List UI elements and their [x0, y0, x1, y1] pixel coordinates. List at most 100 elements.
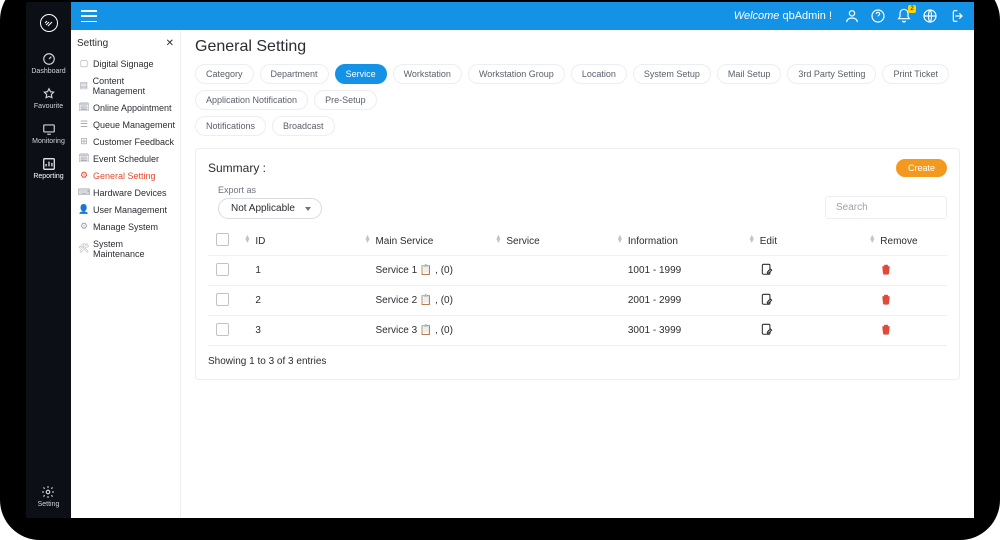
table-header[interactable]: ▴▾Remove: [872, 227, 947, 256]
sidepanel-title-row: Setting ✕: [77, 34, 178, 55]
tab-pill[interactable]: Broadcast: [272, 116, 335, 136]
edit-icon[interactable]: [760, 322, 774, 336]
hamburger-icon[interactable]: [81, 10, 97, 22]
rail-item-favourite[interactable]: Favourite: [26, 81, 71, 116]
main: General Setting Category Department Servic…: [181, 30, 974, 518]
tab-pill[interactable]: Mail Setup: [717, 64, 782, 84]
app-logo: [40, 14, 58, 32]
sidebar-item[interactable]: 🗓 Event Scheduler: [77, 150, 178, 167]
left-rail: Dashboard Favourite Monitoring Reporting…: [26, 2, 71, 518]
sidebar-item-label: Queue Management: [93, 120, 175, 130]
topbar: Welcome qbAdmin ! 2: [71, 2, 974, 30]
table-header[interactable]: ▴▾Service: [498, 227, 619, 256]
sidebar-item-icon: 🗓: [79, 103, 89, 113]
rail-item-reporting[interactable]: Reporting: [26, 151, 71, 186]
welcome-prefix: Welcome: [734, 10, 783, 22]
chevron-down-icon: [305, 207, 311, 211]
tab-pill[interactable]: Department: [260, 64, 329, 84]
sidebar-item[interactable]: ⊞Customer Feedback: [77, 133, 178, 150]
trash-icon[interactable]: [880, 322, 892, 336]
sidebar-item[interactable]: ▤Content Management: [77, 72, 178, 99]
logout-icon[interactable]: [948, 8, 964, 24]
sidebar-item-icon: ▢: [79, 59, 89, 69]
sidebar-item[interactable]: ⚙ General Setting: [77, 167, 178, 184]
welcome-text: Welcome qbAdmin !: [734, 10, 832, 22]
sidebar-item-label: Customer Feedback: [93, 137, 174, 147]
table-header[interactable]: ▴▾ID: [247, 227, 367, 256]
row-checkbox[interactable]: [216, 263, 229, 276]
select-all-checkbox[interactable]: [216, 233, 229, 246]
tab-pill[interactable]: Application Notification: [195, 90, 308, 110]
bell-icon[interactable]: 2: [896, 8, 912, 24]
tab-pill[interactable]: Print Ticket: [882, 64, 949, 84]
cell-id: 3: [247, 316, 367, 346]
sidebar-item[interactable]: 👤User Management: [77, 201, 178, 218]
cell-main-service: Service 2 📋 , (0): [367, 286, 498, 316]
sort-icon: ▴▾: [245, 235, 249, 243]
sidebar-item[interactable]: 🗓Online Appointment: [77, 99, 178, 116]
trash-icon[interactable]: [880, 292, 892, 306]
rail-item-dashboard[interactable]: Dashboard: [26, 46, 71, 81]
tab-pill[interactable]: Workstation: [393, 64, 462, 84]
rail-item-monitoring[interactable]: Monitoring: [26, 116, 71, 151]
sort-icon: ▴▾: [365, 235, 369, 243]
tab-pill[interactable]: Pre-Setup: [314, 90, 377, 110]
table-footer: Showing 1 to 3 of 3 entries: [208, 346, 947, 371]
row-checkbox[interactable]: [216, 293, 229, 306]
trash-icon[interactable]: [880, 262, 892, 276]
tab-pill[interactable]: Category: [195, 64, 254, 84]
page-title: General Setting: [195, 38, 960, 56]
cell-information: 1001 - 1999: [620, 256, 752, 286]
sidebar-item-label: User Management: [93, 205, 167, 215]
sidebar-item[interactable]: ▢Digital Signage: [77, 55, 178, 72]
close-icon[interactable]: ✕: [164, 38, 176, 49]
sidebar-item[interactable]: ⚙ Manage System: [77, 218, 178, 235]
sidebar-item-label: Manage System: [93, 222, 158, 232]
edit-icon[interactable]: [760, 262, 774, 276]
cell-main-service: Service 3 📋 , (0): [367, 316, 498, 346]
tabs-row-1: Category Department Service Workstation Work…: [195, 64, 960, 110]
sidebar-item-label: Event Scheduler: [93, 154, 159, 164]
cell-information: 3001 - 3999: [620, 316, 752, 346]
sidebar-item-icon: 🗓: [79, 154, 89, 164]
tab-pill[interactable]: Workstation Group: [468, 64, 565, 84]
tabs-row-2: Notifications Broadcast: [195, 116, 960, 136]
sidebar-item-icon: ⚙: [79, 171, 89, 181]
sidebar-item-icon: ☰: [79, 120, 89, 130]
sidebar-item[interactable]: ⌨Hardware Devices: [77, 184, 178, 201]
table-row: 2 Service 2 📋 , (0) 2001 - 2999: [208, 286, 947, 316]
globe-icon[interactable]: [922, 8, 938, 24]
export-select[interactable]: Not Applicable: [218, 198, 322, 219]
gauge-icon: [42, 52, 56, 66]
rail-item-setting[interactable]: Setting: [38, 479, 60, 508]
tab-pill[interactable]: System Setup: [633, 64, 711, 84]
sidebar-item[interactable]: 🛠System Maintenance: [77, 235, 178, 262]
create-button[interactable]: Create: [896, 159, 947, 177]
edit-icon[interactable]: [760, 292, 774, 306]
row-checkbox[interactable]: [216, 323, 229, 336]
search-input[interactable]: [825, 196, 947, 219]
sidebar-item[interactable]: ☰ Queue Management: [77, 116, 178, 133]
sidebar-item-label: General Setting: [93, 171, 156, 181]
tab-pill[interactable]: Location: [571, 64, 627, 84]
table-header[interactable]: ▴▾Information: [620, 227, 752, 256]
table-row: 3 Service 3 📋 , (0) 3001 - 3999: [208, 316, 947, 346]
cell-id: 1: [247, 256, 367, 286]
table-header[interactable]: ▴▾Edit: [752, 227, 873, 256]
tab-pill[interactable]: Notifications: [195, 116, 266, 136]
sidebar-item-icon: ⚙: [79, 222, 89, 232]
cell-service: [498, 286, 619, 316]
sidebar-item-label: Hardware Devices: [93, 188, 167, 198]
cell-main-service: Service 1 📋 , (0): [367, 256, 498, 286]
star-icon: [42, 87, 56, 101]
table-header[interactable]: [208, 227, 247, 256]
help-icon[interactable]: [870, 8, 886, 24]
user-icon[interactable]: [844, 8, 860, 24]
tab-pill[interactable]: 3rd Party Setting: [787, 64, 876, 84]
cell-service: [498, 316, 619, 346]
summary-label: Summary :: [208, 161, 266, 175]
table-header[interactable]: ▴▾Main Service: [367, 227, 498, 256]
chart-icon: [42, 157, 56, 171]
tab-pill[interactable]: Service: [335, 64, 387, 84]
gear-icon: [41, 485, 55, 499]
